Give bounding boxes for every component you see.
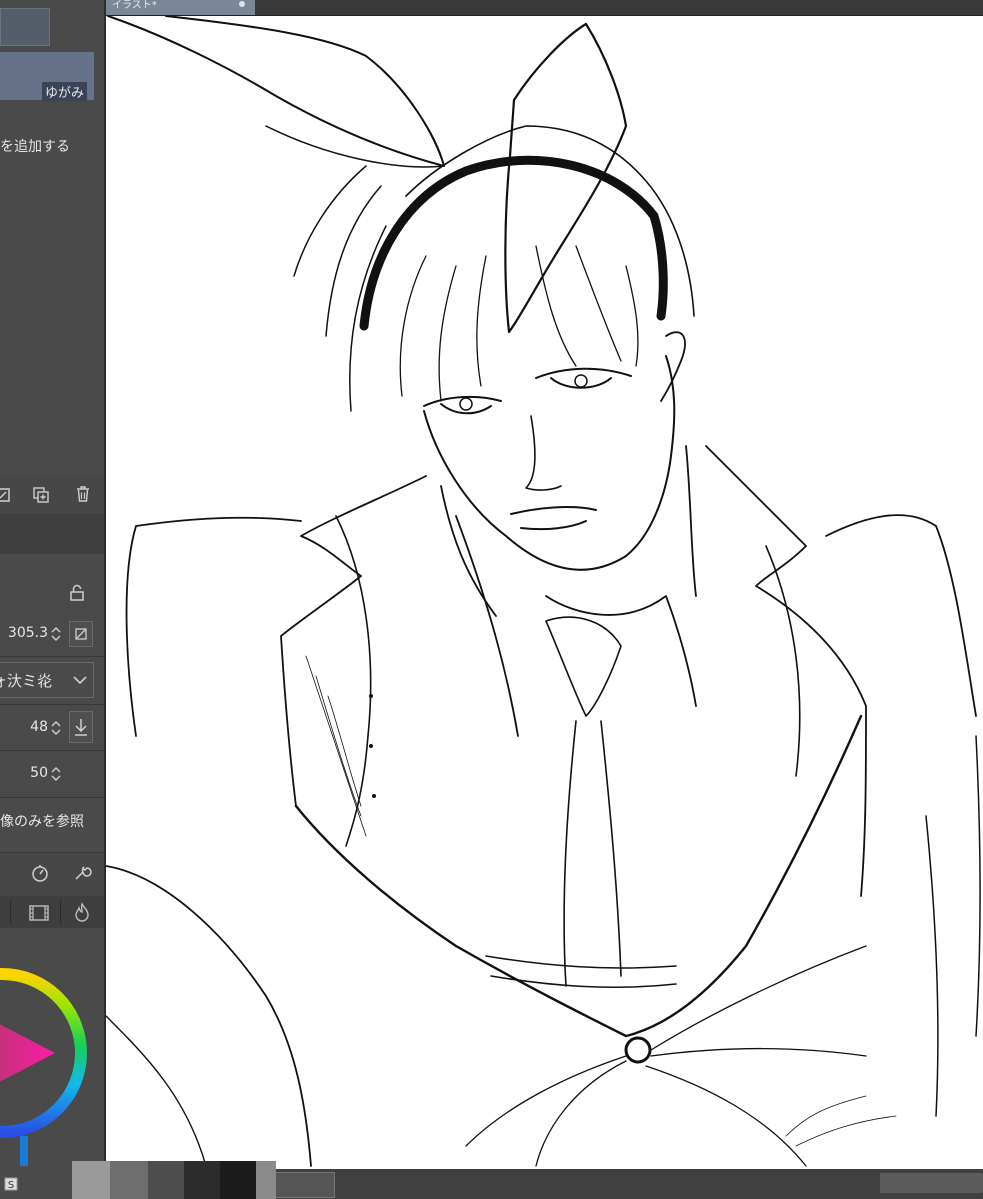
layer-toolbar (0, 478, 104, 514)
stepper-icon[interactable] (49, 719, 63, 737)
fire-icon[interactable] (72, 902, 92, 922)
close-dot-icon[interactable] (239, 1, 245, 7)
color-swatch[interactable] (72, 1161, 110, 1199)
reset-icon (75, 628, 87, 640)
tab-title: イラスト* (112, 0, 157, 11)
stepper-icon[interactable] (49, 765, 63, 783)
hardness-value[interactable]: 48 (0, 719, 48, 735)
size-option-button[interactable] (69, 621, 93, 647)
stepper-icon[interactable] (49, 625, 63, 643)
download-icon (75, 719, 87, 736)
color-swatch[interactable] (256, 1161, 276, 1199)
dial-icon[interactable] (30, 863, 50, 883)
color-swatch[interactable] (110, 1161, 148, 1199)
density-value[interactable]: 50 (0, 765, 48, 781)
panel-tabs (0, 896, 104, 928)
trash-icon[interactable] (74, 485, 92, 503)
hardness-option-button[interactable] (69, 711, 93, 743)
svg-text:S: S (8, 1180, 14, 1191)
drawing-canvas[interactable] (106, 16, 983, 1169)
copy-icon[interactable] (32, 486, 50, 504)
property-footer (0, 853, 104, 895)
film-icon[interactable] (28, 904, 50, 922)
color-swatch[interactable] (148, 1161, 184, 1199)
size-value[interactable]: 305.3 (0, 625, 48, 641)
color-wheel-icon[interactable] (0, 936, 90, 1166)
brush-select-label: ォ汏ミ炛 (0, 672, 53, 690)
sub-tool-button-top[interactable] (0, 8, 50, 46)
wrench-icon[interactable] (72, 863, 92, 883)
brush-select[interactable]: ォ汏ミ炛 (0, 662, 94, 698)
navigator-thumbnail[interactable] (275, 1172, 335, 1198)
sub-tool-selected-label: ゆがみ (42, 82, 88, 101)
new-layer-icon[interactable] (0, 486, 12, 504)
tab-illustration[interactable]: イラスト* (106, 0, 255, 15)
chevron-down-icon (73, 676, 87, 685)
horizontal-scrollbar[interactable] (880, 1173, 983, 1193)
color-swatch[interactable] (184, 1161, 220, 1199)
left-tool-panel: ゆがみ を追加する 305.3 ォ汏ミ炛 48 50 像のみを参照 (0, 0, 105, 1199)
color-swatch[interactable] (220, 1161, 256, 1199)
panel-gap (0, 514, 104, 554)
s-icon[interactable]: S (4, 1177, 18, 1191)
lock-icon[interactable] (68, 584, 86, 602)
reference-label[interactable]: 像のみを参照 (0, 811, 84, 831)
add-sub-tool-link[interactable]: を追加する (0, 136, 70, 156)
tab-unknown[interactable] (0, 900, 11, 924)
line-art-illustration (106, 16, 981, 1167)
